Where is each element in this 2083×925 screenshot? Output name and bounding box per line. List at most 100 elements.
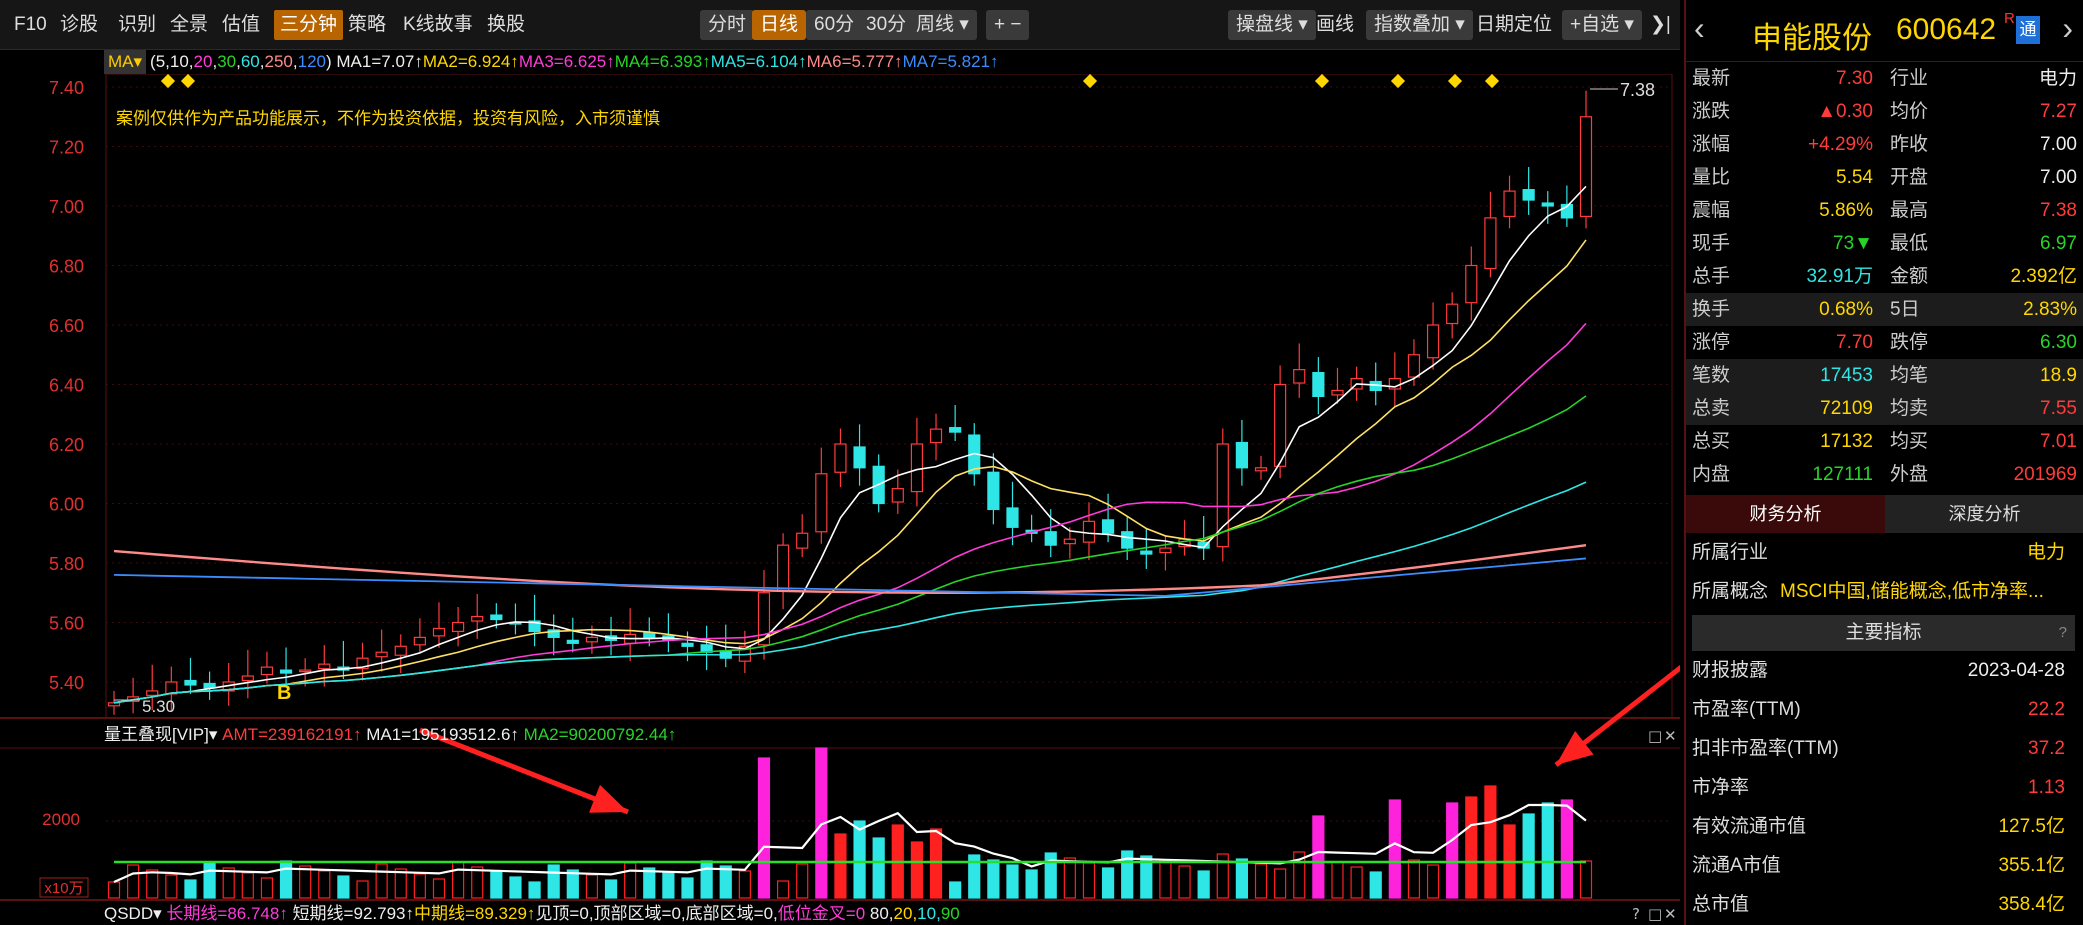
quote-value: 17132 <box>1820 431 1873 452</box>
prev-stock-icon[interactable]: ‹ <box>1694 10 1705 47</box>
volume-bar <box>1350 866 1363 899</box>
toolbar-item-1[interactable]: 诊股 <box>60 10 98 40</box>
next-stock-icon[interactable]: › <box>2062 10 2073 47</box>
toolbar-right-0[interactable]: 操盘线 ▾ <box>1228 10 1316 40</box>
volume-bar <box>318 870 331 899</box>
quote-table: 最新 7.30 行业 电力 涨跌 ▲0.30 均价 7.27 涨幅 +4.29% 昨收 7.00 量比 5… <box>1686 62 2083 491</box>
ma-legend: MA▾ (5,10,20,30,60,250,120) MA1=7.07↑MA2=… <box>104 50 999 74</box>
quote-value-2: 7.00 <box>2040 167 2077 188</box>
volume-bar <box>471 866 484 899</box>
period-1[interactable]: 日线 <box>752 10 807 40</box>
period-5[interactable]: + − <box>986 10 1030 40</box>
quote-value-2: 电力 <box>2038 68 2077 89</box>
help-icon[interactable]: ? <box>2059 615 2067 651</box>
maximize-pane-icon[interactable]: □ <box>1648 905 1662 923</box>
y-tick-label: 7.40 <box>49 78 84 98</box>
toolbar-right-2[interactable]: 指数叠加 ▾ <box>1366 10 1473 40</box>
quote-value-2: 201969 <box>2013 464 2077 485</box>
candle-body <box>566 639 579 644</box>
volume-bar <box>1101 867 1115 899</box>
fin-row: 市盈率(TTM) 22.2 <box>1686 690 2083 729</box>
quote-label: 量比 <box>1692 167 1731 188</box>
volume-bar <box>1063 857 1076 899</box>
y-tick-label: 6.20 <box>49 435 84 455</box>
volume-bar <box>375 863 388 899</box>
period-2[interactable]: 60分 <box>806 10 863 40</box>
volume-bar <box>624 862 637 899</box>
volume-bar <box>719 865 732 899</box>
fin-value: 358.4亿 <box>1998 894 2065 915</box>
volume-bar <box>1388 799 1401 899</box>
concept-value[interactable]: MSCI中国,储能概念,低市净率... <box>1780 572 2044 611</box>
period-4[interactable]: 周线 ▾ <box>908 10 977 40</box>
toolbar-item-5[interactable]: 三分钟 <box>274 10 344 40</box>
price-chart[interactable]: 7.40 7.20 7.00 6.80 6.60 6.40 6.20 6.00 5.80 5.60… <box>0 74 1680 925</box>
toolbar-right-3[interactable]: 日期定位 <box>1476 10 1552 40</box>
y-tick-label: 7.00 <box>49 197 84 217</box>
quote-label: 涨幅 <box>1692 134 1731 155</box>
quote-label-2: 昨收 <box>1890 134 1929 155</box>
volume-bar <box>432 878 446 899</box>
toolbar-item-7[interactable]: K线故事 <box>403 10 473 40</box>
candle-body <box>1082 520 1096 543</box>
qsdd-10: 10, <box>917 904 941 923</box>
candle-body <box>1579 116 1593 218</box>
volume-bar <box>1560 799 1573 899</box>
volume-bar <box>203 862 216 899</box>
quote-label-2: 均笔 <box>1890 365 1929 386</box>
quote-value-2: 2.83% <box>2023 299 2077 320</box>
candle-body <box>910 443 924 493</box>
maximize-pane-icon[interactable]: □ <box>1648 727 1662 745</box>
candle-body <box>1063 538 1076 545</box>
close-pane-icon[interactable]: ✕ <box>1664 905 1677 923</box>
help-icon[interactable]: ? <box>1632 905 1640 923</box>
fin-row: 有效流通市值 127.5亿 <box>1686 807 2083 846</box>
qsdd-indicator-name[interactable]: QSDD▾ <box>104 904 162 923</box>
toolbar-item-4[interactable]: 估值 <box>222 10 260 40</box>
ma10-line <box>113 239 1587 704</box>
candle-body <box>184 679 197 686</box>
quote-label: 总卖 <box>1692 398 1731 419</box>
toolbar-right-1[interactable]: 画线 <box>1316 10 1354 40</box>
period-0[interactable]: 分时 <box>700 10 755 40</box>
toolbar-item-2[interactable]: 识别 <box>118 10 156 40</box>
candle-body <box>260 666 274 676</box>
signal-diamond <box>1447 74 1463 89</box>
fin-label: 流通A市值 <box>1692 855 1781 876</box>
volume-bar <box>413 873 426 899</box>
quote-value: 5.54 <box>1836 167 1873 188</box>
candle-body <box>1331 389 1344 396</box>
close-pane-icon[interactable]: ✕ <box>1664 727 1677 745</box>
fin-value: 2023-04-28 <box>1967 660 2065 681</box>
ma-selector-button[interactable]: MA▾ <box>104 50 147 74</box>
toolbar-item-8[interactable]: 换股 <box>487 10 525 40</box>
volume-indicator-name[interactable]: 量王叠现[VIP]▾ <box>104 725 217 744</box>
toolbar-right-5[interactable]: ❯| <box>1650 10 1671 40</box>
ma5-value: MA5=6.104↑ <box>710 52 807 71</box>
quote-row: 内盘 127111 外盘 201969 <box>1686 458 2083 491</box>
volume-bar <box>853 820 866 899</box>
quote-label: 笔数 <box>1692 365 1731 386</box>
toolbar-item-0[interactable]: F10 <box>14 10 47 40</box>
candle-body <box>1446 303 1459 325</box>
candle-body <box>1312 372 1325 398</box>
quote-value-2: 7.00 <box>2040 134 2077 155</box>
app: F10 诊股 识别 全景 估值 三分钟 策略 K线故事 换股 分时 日线 60分 30分 周线 ▾ + − 操… <box>0 0 2083 925</box>
fin-value: 1.13 <box>2028 777 2065 798</box>
tab-financial-analysis[interactable]: 财务分析 <box>1686 495 1885 533</box>
toolbar-item-3[interactable]: 全景 <box>170 10 208 40</box>
toolbar-item-6[interactable]: 策略 <box>348 10 386 40</box>
tab-depth-analysis[interactable]: 深度分析 <box>1885 495 2083 533</box>
fin-row: 流通A市值 355.1亿 <box>1686 846 2083 885</box>
volume-bar <box>987 859 1000 899</box>
industry-value[interactable]: 电力 <box>2027 533 2065 572</box>
quote-label: 现手 <box>1692 233 1731 254</box>
volume-bar <box>1484 785 1497 899</box>
fin-value: 22.2 <box>2028 699 2065 720</box>
period-3[interactable]: 30分 <box>858 10 915 40</box>
main-indicators-title: 主要指标 <box>1845 622 1922 643</box>
stock-code: 600642 <box>1896 13 1997 46</box>
signal-diamond <box>1314 74 1330 89</box>
toolbar-right-4[interactable]: +自选 ▾ <box>1562 10 1642 40</box>
volume-bar <box>662 872 675 899</box>
